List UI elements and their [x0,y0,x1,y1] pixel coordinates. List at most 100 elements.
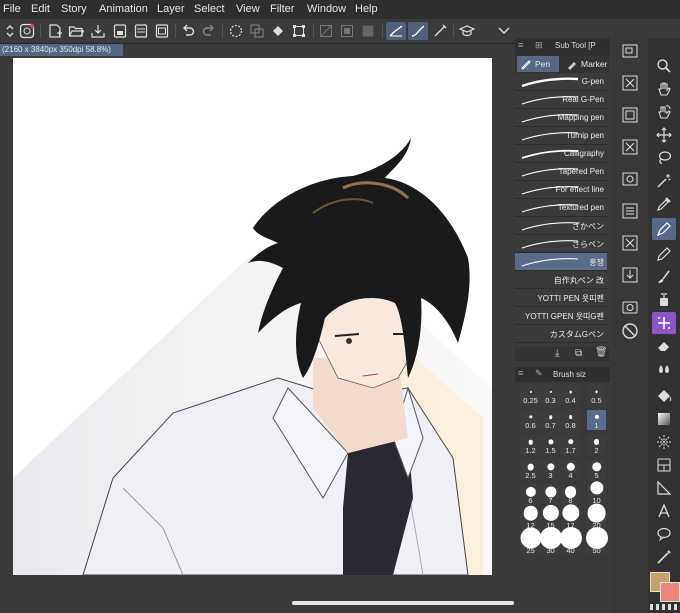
layer-property-icon[interactable] [621,202,639,220]
brush-size-option[interactable]: 7 [541,485,560,505]
brush-size-option[interactable]: 0.25 [521,385,540,405]
gray-square-icon[interactable] [358,22,378,40]
canvas-area[interactable] [0,56,515,603]
brush-item[interactable]: Mapping pen [515,109,607,127]
transparent-color-swatch[interactable] [650,604,678,610]
snap-stroke-icon[interactable] [408,22,428,40]
close-canvas-icon[interactable] [621,74,639,92]
brush-item[interactable]: YOTTI PEN 욧띠펜 [515,289,607,307]
frame-border-icon[interactable] [652,454,676,476]
tab-pen[interactable]: Pen [517,56,559,72]
brush-item[interactable]: Turnip pen [515,127,607,145]
decoration-icon[interactable] [652,312,676,334]
magic-wand-icon[interactable] [652,170,676,192]
fill-icon[interactable] [652,385,676,407]
panel-menu-icon[interactable]: ≡ [518,368,523,378]
brush-item[interactable]: G-pen [515,73,607,91]
brush-size-option[interactable]: 30 [539,527,562,555]
export-jpg-icon[interactable] [152,22,172,40]
brush-size-option[interactable]: 1.5 [541,435,560,455]
menu-view[interactable]: View [236,3,260,15]
deselect-icon[interactable] [226,22,246,40]
duplicate-icon[interactable]: ⧉ [575,348,582,359]
transform-icon[interactable] [289,22,309,40]
correct-line-icon[interactable] [652,546,676,568]
graduation-cap-icon[interactable] [457,22,477,40]
layer-merge-icon[interactable] [247,22,267,40]
brush-item[interactable]: For effect line [515,181,607,199]
brush-size-option[interactable]: 1 [587,410,606,430]
blend-icon[interactable] [652,358,676,380]
tab-marker[interactable]: Marker [563,56,609,72]
brush-item[interactable]: カスタムGペン [515,325,607,343]
panel-menu-icon[interactable]: ≡ [518,40,523,50]
pen-stroke-icon[interactable] [430,22,450,40]
new-file-icon[interactable] [45,22,65,40]
import-icon[interactable] [621,266,639,284]
lasso-icon[interactable] [652,147,676,169]
image-icon[interactable] [621,170,639,188]
brush-item[interactable]: ざかペン [515,217,607,235]
move-icon[interactable] [652,124,676,146]
close-selection-icon[interactable] [621,138,639,156]
eyedropper-icon[interactable] [652,193,676,215]
menu-file[interactable]: File [3,3,21,15]
brush-size-option[interactable]: 0.8 [561,410,580,430]
figure-icon[interactable] [652,431,676,453]
brush-item[interactable]: Tapered Pen [515,163,607,181]
brush-item[interactable]: Textured pen [515,199,607,217]
dock-icon[interactable]: ⊞ [535,40,543,51]
menu-animation[interactable]: Animation [99,3,148,15]
sub-color-swatch[interactable] [660,582,680,602]
undo-icon[interactable] [178,22,198,40]
brush-size-option[interactable]: 1.7 [561,435,580,455]
menu-story[interactable]: Story [61,3,87,15]
zoom-icon[interactable] [652,55,676,77]
brush-size-option[interactable]: 1.2 [521,435,540,455]
brush-size-option[interactable]: 8 [561,485,580,505]
redo-icon[interactable] [199,22,219,40]
brush-size-option[interactable]: 2.5 [521,460,540,480]
brush-item[interactable]: 홍쟁 [515,253,607,271]
frame-icon[interactable] [621,106,639,124]
menu-filter[interactable]: Filter [270,3,294,15]
airbrush-icon[interactable] [652,289,676,311]
clear-icon[interactable] [316,22,336,40]
brush-item[interactable]: さらペン [515,235,607,253]
rotate-icon[interactable] [652,101,676,123]
brush-size-option[interactable]: 3 [541,460,560,480]
brush-size-option[interactable]: 0.6 [521,410,540,430]
brush-size-option[interactable]: 0.4 [561,385,580,405]
scrollbar[interactable] [292,601,514,605]
brush-size-option[interactable]: 25 [520,527,541,555]
brush-size-option[interactable]: 10 [587,481,606,505]
brush-size-option[interactable]: 40 [559,527,582,555]
menu-layer[interactable]: Layer [157,3,185,15]
trash-icon[interactable]: 🗑 [595,347,608,358]
eraser-icon[interactable] [652,335,676,357]
stabilization-icon[interactable] [386,22,406,40]
navigator-icon[interactable] [621,42,639,60]
chevron-down-icon[interactable] [494,22,514,40]
fill-bucket-icon[interactable] [268,22,288,40]
brush-size-option[interactable]: 0.7 [541,410,560,430]
brush-size-option[interactable]: 0.5 [587,385,606,405]
brush-item[interactable]: YOTTI GPEN 욧띠G펜 [515,307,607,325]
close-layer-icon[interactable] [621,234,639,252]
brush-size-option[interactable]: 0.3 [541,385,560,405]
open-folder-icon[interactable] [66,22,86,40]
menu-select[interactable]: Select [194,3,225,15]
brush-item[interactable]: Calligraphy [515,145,607,163]
camera-icon[interactable] [621,298,639,316]
save-icon[interactable] [88,22,108,40]
ruler-icon[interactable] [652,477,676,499]
brush-size-option[interactable]: 4 [561,460,580,480]
text-icon[interactable] [652,500,676,522]
brush-size-option[interactable]: 2 [587,435,606,455]
gradient-icon[interactable] [652,408,676,430]
menu-edit[interactable]: Edit [31,3,50,15]
export-icon[interactable] [110,22,130,40]
download-icon[interactable]: ⤓ [555,348,559,359]
brush-size-option[interactable]: 6 [521,485,540,505]
canvas-paper[interactable] [13,58,492,575]
